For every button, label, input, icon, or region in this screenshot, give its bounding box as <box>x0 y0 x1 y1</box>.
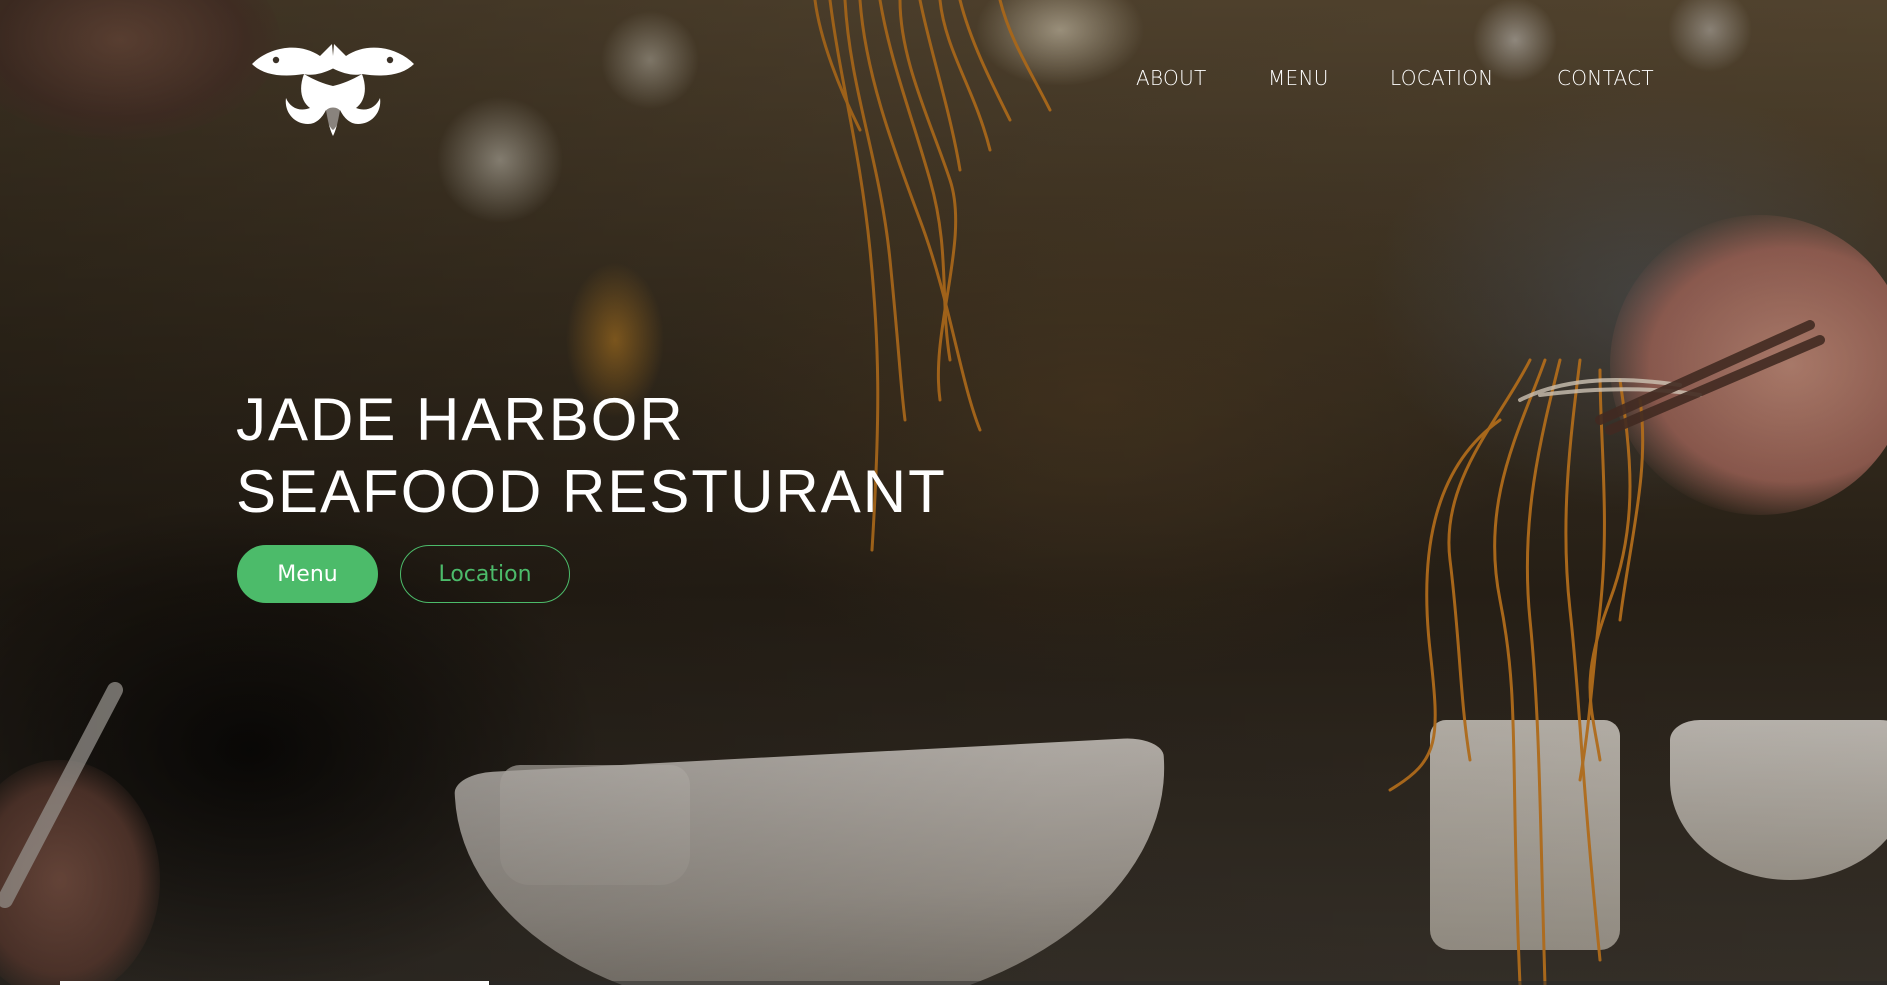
hand-with-chopsticks-photo-element <box>1610 215 1887 515</box>
nav-item-about[interactable]: ABOUT <box>1136 66 1207 90</box>
bowl-photo-element <box>1670 720 1887 880</box>
menu-button[interactable]: Menu <box>237 545 378 603</box>
location-button[interactable]: Location <box>400 545 570 603</box>
hand-photo-element <box>0 0 280 140</box>
hand-photo-element <box>0 760 160 985</box>
hero-section: ABOUT MENU LOCATION CONTACT JADE HARBOR … <box>0 0 1887 985</box>
nav-item-location[interactable]: LOCATION <box>1390 66 1493 90</box>
cup-photo-element <box>1430 720 1620 950</box>
teacup-photo-element <box>500 765 690 885</box>
hero-title-line-2: SEAFOOD RESTURANT <box>236 458 947 525</box>
twin-fish-logo-icon[interactable] <box>250 38 416 138</box>
slider-progress-fill <box>60 981 489 985</box>
nav-item-menu[interactable]: MENU <box>1268 66 1329 90</box>
bowl-photo-element <box>453 736 1177 985</box>
nav-item-contact[interactable]: CONTACT <box>1557 66 1654 90</box>
hero-title-line-1: JADE HARBOR <box>236 386 685 453</box>
hero-title: JADE HARBOR SEAFOOD RESTURANT <box>236 384 947 528</box>
